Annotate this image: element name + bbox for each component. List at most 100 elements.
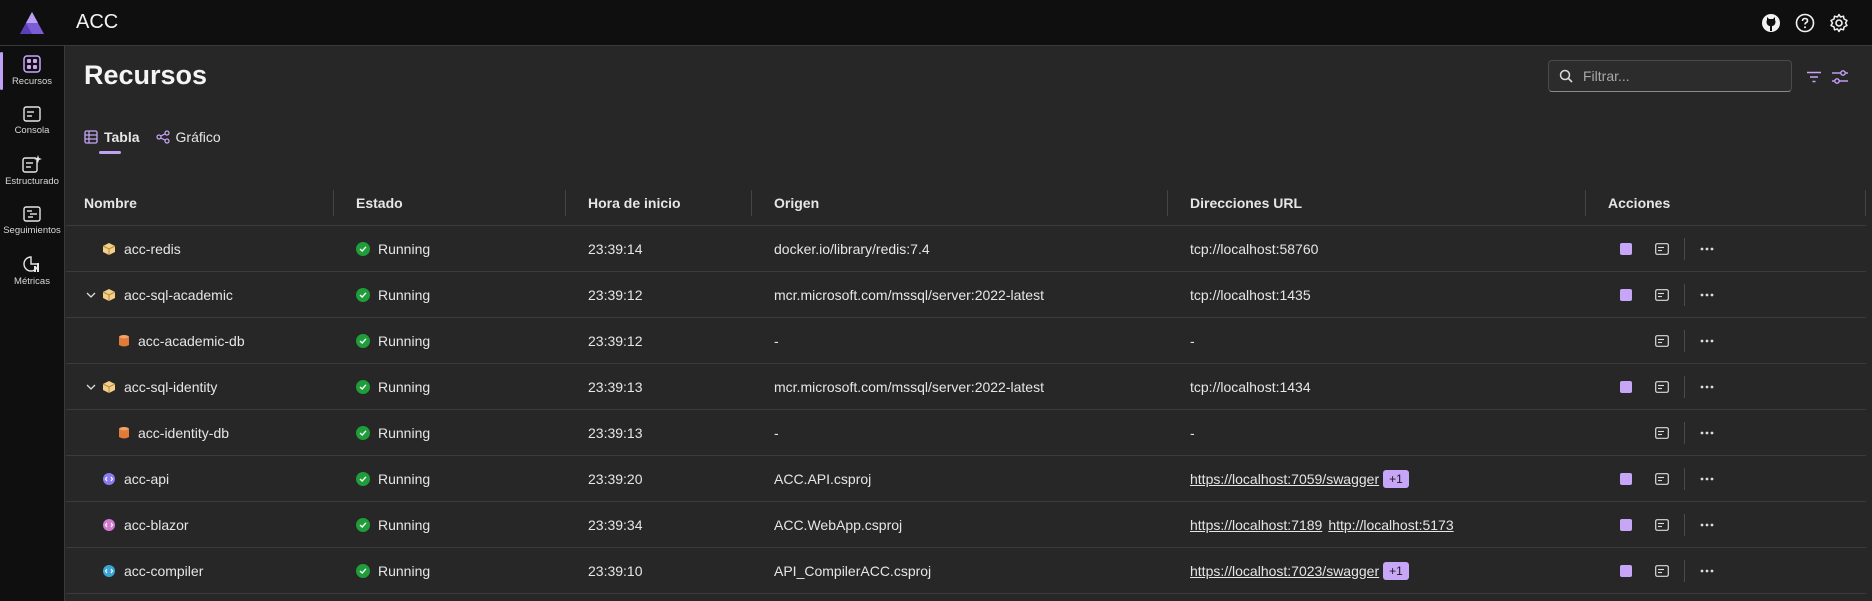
more-actions-button[interactable] [1689, 327, 1725, 355]
resource-name: acc-compiler [124, 562, 204, 579]
settings-gear-icon[interactable] [1828, 12, 1850, 34]
resource-start-time: 23:39:12 [588, 286, 643, 303]
console-logs-button[interactable] [1644, 327, 1680, 355]
console-logs-button[interactable] [1644, 557, 1680, 585]
endpoint-link[interactable]: https://localhost:7189 [1190, 517, 1322, 533]
console-logs-button[interactable] [1644, 235, 1680, 263]
sidebar-item-metrics[interactable]: Métricas [0, 246, 64, 296]
top-bar: ACC [0, 0, 1872, 46]
resource-state: Running [378, 378, 431, 395]
more-actions-button[interactable] [1689, 419, 1725, 447]
database-icon [118, 426, 130, 440]
running-check-icon [356, 379, 370, 394]
resource-name: acc-blazor [124, 516, 189, 533]
console-logs-button[interactable] [1644, 419, 1680, 447]
table-row[interactable]: acc-sql-identity Running 23:39:13 mcr.micro… [66, 364, 1866, 410]
console-logs-button[interactable] [1644, 281, 1680, 309]
more-actions-button[interactable] [1689, 373, 1725, 401]
settings-sliders-icon[interactable] [1829, 66, 1851, 88]
running-check-icon [356, 517, 370, 532]
stop-button[interactable] [1608, 281, 1644, 309]
table-row[interactable]: acc-sql-academic Running 23:39:12 mcr.micro… [66, 272, 1866, 318]
resource-start-time: 23:39:13 [588, 424, 643, 441]
sidebar-item-console[interactable]: Consola [0, 96, 64, 146]
resource-name: acc-api [124, 470, 170, 487]
more-actions-button[interactable] [1689, 235, 1725, 263]
console-logs-icon [1655, 288, 1669, 301]
filter-input[interactable] [1583, 68, 1773, 84]
resource-state: Running [378, 562, 431, 579]
resource-state: Running [378, 240, 431, 257]
column-header-actions: Acciones [1586, 180, 1866, 225]
table-row[interactable]: acc-identity-db Running 23:39:13 - - [66, 410, 1866, 456]
project-icon [102, 472, 116, 486]
search-icon [1559, 69, 1573, 83]
column-header-urls[interactable]: Direcciones URL [1168, 180, 1586, 225]
app-title: ACC [76, 11, 119, 33]
column-header-origin[interactable]: Origen [752, 180, 1168, 225]
endpoint-link-secondary[interactable]: http://localhost:5173 [1328, 517, 1453, 533]
endpoint-link[interactable]: https://localhost:7023/swagger [1190, 563, 1379, 579]
resource-start-time: 23:39:34 [588, 516, 643, 533]
sidebar-label-resources: Recursos [11, 76, 53, 87]
sidebar-label-traces: Seguimientos [3, 225, 61, 236]
stop-button[interactable] [1608, 465, 1644, 493]
stop-button[interactable] [1608, 511, 1644, 539]
expand-chevron-icon[interactable] [84, 383, 98, 391]
sidebar-item-traces[interactable]: Seguimientos [0, 196, 64, 246]
more-horizontal-icon [1700, 385, 1714, 388]
endpoint-text: - [1190, 424, 1195, 441]
more-actions-button[interactable] [1689, 557, 1725, 585]
console-logs-button[interactable] [1644, 465, 1680, 493]
more-actions-button[interactable] [1689, 511, 1725, 539]
tab-table[interactable]: Tabla [84, 120, 140, 154]
more-urls-badge[interactable]: +1 [1383, 561, 1409, 580]
table-row[interactable]: acc-blazor Running 23:39:34 ACC.WebApp.cspr… [66, 502, 1866, 548]
endpoint-link[interactable]: https://localhost:7059/swagger [1190, 471, 1379, 487]
column-header-start-time[interactable]: Hora de inicio [566, 180, 752, 225]
sidebar-item-resources[interactable]: Recursos [0, 46, 64, 96]
console-logs-icon [1655, 380, 1669, 393]
stop-icon [1620, 380, 1632, 393]
expand-chevron-icon[interactable] [84, 291, 98, 299]
more-urls-badge[interactable]: +1 [1383, 469, 1409, 488]
console-logs-button[interactable] [1644, 373, 1680, 401]
container-icon [102, 288, 116, 302]
more-actions-button[interactable] [1689, 281, 1725, 309]
stop-button[interactable] [1608, 373, 1644, 401]
view-tabs: Tabla Gráfico [84, 120, 221, 154]
metrics-icon [23, 256, 39, 272]
endpoint-text: tcp://localhost:1435 [1190, 286, 1311, 303]
console-logs-button[interactable] [1644, 511, 1680, 539]
resource-state: Running [378, 516, 431, 533]
column-header-state[interactable]: Estado [334, 180, 566, 225]
project-icon [102, 564, 116, 578]
filter-icon[interactable] [1803, 66, 1825, 88]
more-actions-button[interactable] [1689, 465, 1725, 493]
resource-name: acc-redis [124, 240, 181, 257]
tab-graph[interactable]: Gráfico [155, 120, 221, 154]
endpoint-text: - [1190, 332, 1195, 349]
help-icon[interactable] [1794, 12, 1816, 34]
more-horizontal-icon [1700, 523, 1714, 526]
structured-logs-icon [22, 155, 42, 173]
table-row[interactable]: acc-api Running 23:39:20 ACC.API.csproj http… [66, 456, 1866, 502]
column-header-name[interactable]: Nombre [66, 180, 334, 225]
aspire-logo-icon[interactable] [0, 0, 64, 46]
console-logs-icon [1655, 334, 1669, 347]
resource-origin: mcr.microsoft.com/mssql/server:2022-late… [774, 378, 1044, 395]
github-icon[interactable] [1760, 12, 1782, 34]
resource-start-time: 23:39:20 [588, 470, 643, 487]
sidebar-label-metrics: Métricas [14, 276, 50, 287]
resource-origin: - [774, 424, 779, 441]
container-icon [102, 380, 116, 394]
table-row[interactable]: acc-academic-db Running 23:39:12 - - [66, 318, 1866, 364]
stop-button[interactable] [1608, 557, 1644, 585]
sidebar-item-structured[interactable]: Estructurado [0, 146, 64, 196]
table-row[interactable]: acc-redis Running 23:39:14 docker.io/librar… [66, 226, 1866, 272]
resource-state: Running [378, 286, 431, 303]
stop-button[interactable] [1608, 235, 1644, 263]
table-row[interactable]: acc-compiler Running 23:39:10 API_CompilerA… [66, 548, 1866, 594]
resource-origin: docker.io/library/redis:7.4 [774, 240, 930, 257]
main-content: Recursos Tabla Gráfico Nombre Estado Hor… [66, 46, 1872, 601]
